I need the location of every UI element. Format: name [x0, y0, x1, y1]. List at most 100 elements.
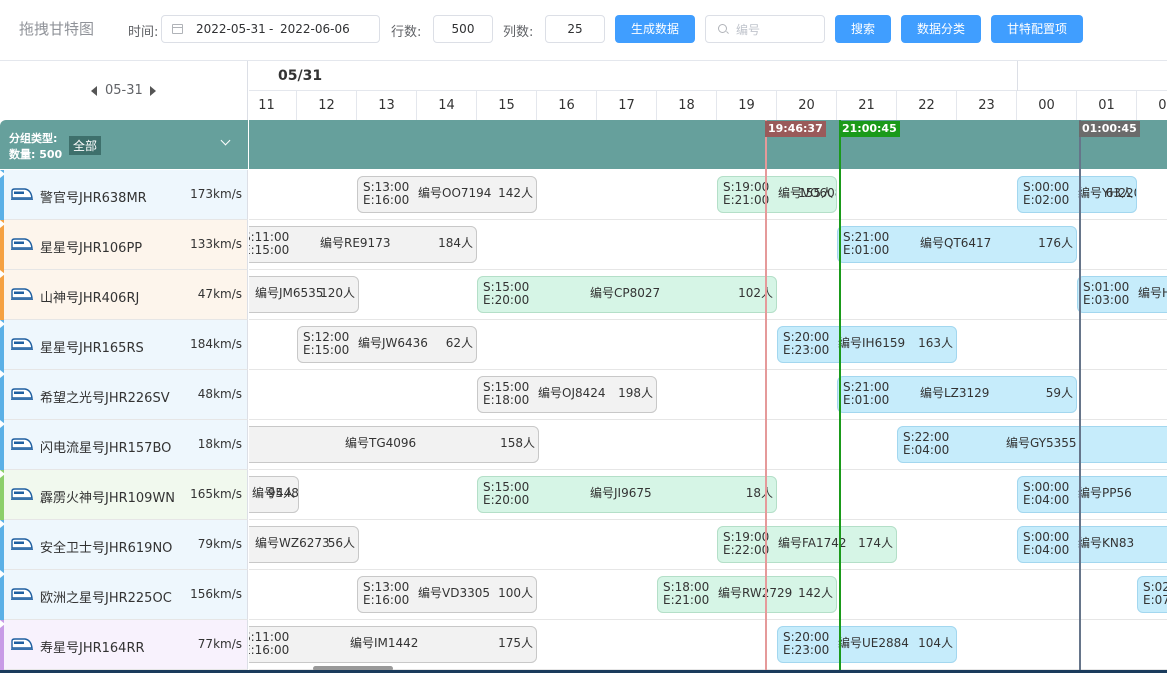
task-bar[interactable]: S:00:00E:02:00编号YH220063人: [1017, 176, 1137, 213]
task-bar[interactable]: S:19:00 E:22:00 编号FA1742 174人: [717, 526, 897, 563]
task-code: 编号IM1442: [350, 636, 419, 650]
resource-row[interactable]: 山神号JHR406RJ 47km/s: [0, 270, 248, 320]
search-button[interactable]: 搜索: [835, 15, 891, 43]
task-people: 62人: [445, 336, 473, 350]
task-code: 编号KN83: [1078, 536, 1135, 550]
task-bar[interactable]: 编号TG4096 158人: [249, 426, 539, 463]
task-end: E:15:00: [249, 243, 290, 257]
task-code: 编号HE3115: [1138, 286, 1167, 300]
resource-header: 05-31: [0, 61, 248, 120]
task-end: E:18:00: [483, 393, 530, 407]
hour-cell: 13: [357, 91, 417, 120]
gantt-config-button[interactable]: 甘特配置项: [991, 15, 1083, 43]
resource-row[interactable]: 寿星号JHR164RR 77km/s: [0, 620, 248, 670]
task-end: E:23:00: [783, 643, 830, 657]
hour-cell: 14: [417, 91, 477, 120]
resource-name: 闪电流星号JHR157BO: [40, 441, 172, 456]
task-end: E:16:00: [249, 643, 290, 657]
prev-day-icon[interactable]: [91, 86, 97, 96]
next-day-icon[interactable]: [150, 86, 156, 96]
hour-cell: 21: [837, 91, 897, 120]
resource-speed: 165km/s: [190, 487, 242, 501]
rows-input[interactable]: 500: [433, 15, 493, 43]
task-bar[interactable]: S:18:00 E:21:00 编号RW2729 142人: [657, 576, 837, 613]
task-bar[interactable]: S:15:00 E:20:00 编号JI9675 18人: [477, 476, 777, 513]
task-end: E:23:00: [783, 343, 830, 357]
resource-row[interactable]: 星星号JHR165RS 184km/s: [0, 320, 248, 370]
row-notch: [0, 620, 5, 628]
search-input[interactable]: [734, 20, 824, 40]
task-bar[interactable]: S:00:00 E:04:00 编号PP56: [1017, 476, 1167, 513]
resource-row[interactable]: 星星号JHR106PP 133km/s: [0, 220, 248, 270]
resource-row[interactable]: 欧洲之星号JHR225OC 156km/s: [0, 570, 248, 620]
task-bar[interactable]: S:15:00 E:18:00 编号OJ8424 198人: [477, 376, 657, 413]
task-end: E:16:00: [363, 593, 410, 607]
date-start[interactable]: 2022-05-31: [196, 22, 266, 36]
task-bar[interactable]: S:15:00 E:20:00 编号CP8027 102人: [477, 276, 777, 313]
group-selector[interactable]: 分组类型: 数量: 500 全部: [0, 120, 248, 169]
resource-row[interactable]: 闪电流星号JHR157BO 18km/s: [0, 420, 248, 470]
task-code: 编号IH6159: [838, 336, 906, 350]
train-icon: [11, 238, 33, 250]
task-bar[interactable]: 编号WZ6273 56人: [249, 526, 359, 563]
task-bar[interactable]: 编号JM6535 120人: [249, 276, 359, 313]
task-bar[interactable]: S:20:00 E:23:00 编号UE2884 104人: [777, 626, 957, 663]
task-bar[interactable]: S:21:00 E:01:00 编号LZ3129 59人: [837, 376, 1077, 413]
hour-cell: 19: [717, 91, 777, 120]
task-end: E:04:00: [903, 443, 950, 457]
app-title: 拖拽甘特图: [19, 20, 95, 38]
task-end: E:15:00: [303, 343, 350, 357]
time-marker-line: [839, 120, 841, 673]
resource-row[interactable]: 警官号JHR638MR 173km/s: [0, 170, 248, 220]
hour-cell: 11: [249, 91, 297, 120]
generate-data-button[interactable]: 生成数据: [615, 15, 695, 43]
row-notch: [0, 270, 5, 278]
resource-row[interactable]: 安全卫士号JHR619NO 79km/s: [0, 520, 248, 570]
resource-speed: 48km/s: [197, 387, 242, 401]
search-box[interactable]: [705, 15, 825, 43]
chevron-down-icon[interactable]: [220, 135, 231, 146]
task-bar[interactable]: S:00:00 E:04:00 编号KN83: [1017, 526, 1167, 563]
date-range-picker[interactable]: 2022-05-31 - 2022-06-06: [161, 15, 380, 43]
time-label: 时间:: [128, 25, 159, 40]
hour-cell: 18: [657, 91, 717, 120]
time-marker-label: 21:00:45: [839, 121, 900, 137]
gantt-chart[interactable]: 05/31 11121314151617181920212223000102 S…: [249, 61, 1167, 673]
task-bar[interactable]: S:22:00 E:04:00 编号GY5355: [897, 426, 1167, 463]
date-end[interactable]: 2022-06-06: [280, 22, 350, 36]
task-bar[interactable]: S:02E:07: [1137, 576, 1167, 613]
task-end: E:22:00: [723, 543, 770, 557]
task-bar[interactable]: S:13:00 E:16:00 编号VD3305 100人: [357, 576, 537, 613]
task-bar[interactable]: S:19:00E:21:00编号VO6083155人: [717, 176, 837, 213]
hour-cell: 15: [477, 91, 537, 120]
task-people: 100人: [498, 586, 533, 600]
task-code: 编号RE9173: [320, 236, 391, 250]
task-bar[interactable]: S:20:00 E:23:00 编号IH6159 163人: [777, 326, 957, 363]
task-code: 编号PP56: [1078, 486, 1132, 500]
task-people: 158人: [500, 436, 535, 450]
task-bar[interactable]: S:21:00 E:01:00 编号QT6417 176人: [837, 226, 1077, 263]
task-bar[interactable]: S:12:00 E:15:00 编号JW6436 62人: [297, 326, 477, 363]
row-notch: [0, 470, 5, 478]
hour-cell: 23: [957, 91, 1017, 120]
train-icon: [11, 438, 33, 450]
task-bar[interactable]: S:11:00E:16:00编号IM1442175人: [249, 626, 537, 663]
task-code: 编号JM6535: [255, 286, 324, 300]
task-code: 编号WZ6273: [255, 536, 330, 550]
task-bar[interactable]: 编号448495人: [249, 476, 299, 513]
task-end: E:02:00: [1023, 193, 1070, 207]
task-code: 编号OJ8424: [538, 386, 606, 400]
classify-button[interactable]: 数据分类: [901, 15, 981, 43]
task-bar[interactable]: S:11:00E:15:00编号RE9173184人: [249, 226, 477, 263]
resource-name: 安全卫士号JHR619NO: [40, 541, 173, 556]
cols-input[interactable]: 25: [545, 15, 605, 43]
task-bar[interactable]: S:01:00E:03:00编号HE3115: [1077, 276, 1167, 313]
resource-row[interactable]: 希望之光号JHR226SV 48km/s: [0, 370, 248, 420]
task-bar[interactable]: S:13:00 E:16:00 编号OO7194 142人: [357, 176, 537, 213]
resource-row[interactable]: 霹雳火神号JHR109WN 165km/s: [0, 470, 248, 520]
group-selected-value[interactable]: 全部: [69, 136, 102, 155]
row-notch: [0, 570, 5, 578]
resource-speed: 77km/s: [197, 637, 242, 651]
calendar-icon: [172, 24, 183, 34]
resource-speed: 156km/s: [190, 587, 242, 601]
